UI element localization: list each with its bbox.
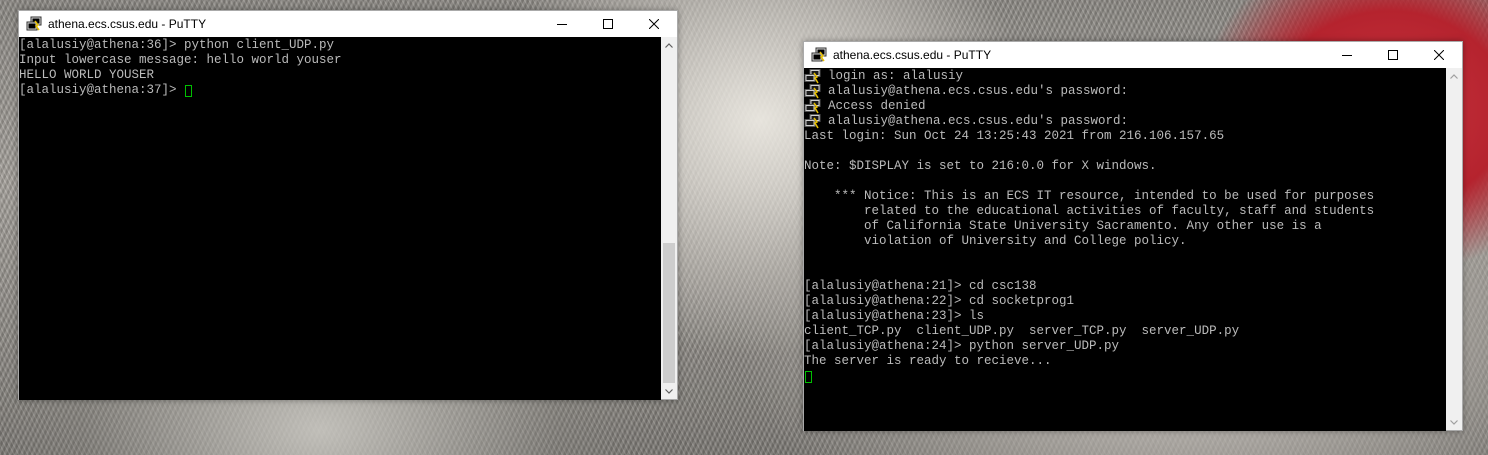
terminal-line: Access denied [804, 99, 1446, 114]
terminal-line: of California State University Sacrament… [804, 219, 1446, 234]
scroll-up-arrow[interactable] [661, 37, 677, 53]
terminal-line-text: alalusiy@athena.ecs.csus.edu's password: [828, 84, 1129, 98]
terminal-line: related to the educational activities of… [804, 204, 1446, 219]
terminal-line: [alalusiy@athena:36]> python client_UDP.… [19, 38, 661, 53]
terminal-line: [alalusiy@athena:24]> python server_UDP.… [804, 339, 1446, 354]
terminal-line-text: login as: alalusiy [828, 69, 964, 83]
putty-key-icon [804, 114, 822, 129]
scroll-up-arrow[interactable] [1446, 68, 1462, 84]
terminal-line-text: alalusiy@athena.ecs.csus.edu's password: [828, 114, 1129, 128]
putty-icon [26, 16, 42, 32]
scroll-down-arrow[interactable] [1446, 414, 1462, 430]
terminal-line-text: *** Notice: This is an ECS IT resource, … [804, 189, 1375, 203]
window-title: athena.ecs.csus.edu - PuTTY [48, 17, 207, 31]
terminal-line: Input lowercase message: hello world you… [19, 53, 661, 68]
chevron-up-icon [1450, 73, 1458, 79]
minimize-button[interactable] [1324, 42, 1370, 68]
terminal-line: HELLO WORLD YOUSER [19, 68, 661, 83]
terminal-line: alalusiy@athena.ecs.csus.edu's password: [804, 84, 1446, 99]
scroll-down-arrow[interactable] [661, 383, 677, 399]
close-icon [1434, 50, 1444, 60]
terminal-line-text: violation of University and College poli… [804, 234, 1187, 248]
minimize-button[interactable] [539, 11, 585, 37]
terminal-line-text: [alalusiy@athena:22]> cd socketprog1 [804, 294, 1075, 308]
terminal-line: Note: $DISPLAY is set to 216:0.0 for X w… [804, 159, 1446, 174]
chevron-down-icon [665, 388, 673, 394]
terminal-line-text: Input lowercase message: hello world you… [19, 53, 342, 67]
minimize-icon [557, 24, 567, 25]
terminal-line-text: related to the educational activities of… [804, 204, 1375, 218]
terminal-line: The server is ready to recieve... [804, 354, 1446, 369]
terminal-line: login as: alalusiy [804, 69, 1446, 84]
vertical-scrollbar[interactable] [1446, 68, 1462, 430]
terminal-line-text: [alalusiy@athena:36]> python client_UDP.… [19, 38, 335, 52]
terminal-line-text: [alalusiy@athena:24]> python server_UDP.… [804, 339, 1120, 353]
chevron-down-icon [1450, 419, 1458, 425]
terminal-line: [alalusiy@athena:23]> ls [804, 309, 1446, 324]
vertical-scrollbar[interactable] [661, 37, 677, 399]
close-button[interactable] [631, 11, 677, 37]
text-cursor [185, 84, 193, 97]
minimize-icon [1342, 55, 1352, 56]
terminal-line-text: Access denied [828, 99, 926, 113]
putty-key-icon [804, 69, 822, 84]
putty-icon [811, 47, 827, 63]
terminal-line-text: [alalusiy@athena:21]> cd csc138 [804, 279, 1037, 293]
close-button[interactable] [1416, 42, 1462, 68]
terminal-output[interactable]: login as: alalusiy alalusiy@athena.ecs.cs… [804, 68, 1446, 431]
scroll-thumb[interactable] [663, 243, 675, 383]
terminal-line-text: [alalusiy@athena:37]> [19, 83, 185, 97]
title-bar[interactable]: athena.ecs.csus.edu - PuTTY [19, 11, 677, 37]
maximize-icon [1388, 50, 1398, 60]
putty-window-server[interactable]: athena.ecs.csus.edu - PuTTY login as: al… [803, 41, 1463, 431]
terminal-line: [alalusiy@athena:21]> cd csc138 [804, 279, 1446, 294]
putty-window-client[interactable]: athena.ecs.csus.edu - PuTTY [alalusiy@at… [18, 10, 678, 400]
maximize-icon [603, 19, 613, 29]
terminal-line-text: The server is ready to recieve... [804, 354, 1052, 368]
terminal-line: alalusiy@athena.ecs.csus.edu's password: [804, 114, 1446, 129]
terminal-line-text: HELLO WORLD YOUSER [19, 68, 155, 82]
terminal-line-text: Last login: Sun Oct 24 13:25:43 2021 fro… [804, 129, 1225, 143]
terminal-line: *** Notice: This is an ECS IT resource, … [804, 189, 1446, 204]
terminal-line: [alalusiy@athena:37]> [19, 83, 661, 98]
terminal-line: violation of University and College poli… [804, 234, 1446, 249]
terminal-line: client_TCP.py client_UDP.py server_TCP.p… [804, 324, 1446, 339]
putty-key-icon [804, 99, 822, 114]
text-cursor [805, 370, 812, 383]
terminal-output[interactable]: [alalusiy@athena:36]> python client_UDP.… [19, 37, 661, 400]
terminal-line: [alalusiy@athena:22]> cd socketprog1 [804, 294, 1446, 309]
window-title: athena.ecs.csus.edu - PuTTY [833, 48, 992, 62]
terminal-line-text: Note: $DISPLAY is set to 216:0.0 for X w… [804, 159, 1157, 173]
putty-key-icon [804, 84, 822, 99]
terminal-line-text: client_TCP.py client_UDP.py server_TCP.p… [804, 324, 1240, 338]
terminal-line [804, 369, 1446, 384]
chevron-up-icon [665, 42, 673, 48]
title-bar[interactable]: athena.ecs.csus.edu - PuTTY [804, 42, 1462, 68]
maximize-button[interactable] [1370, 42, 1416, 68]
terminal-line-text: [alalusiy@athena:23]> ls [804, 309, 985, 323]
terminal-line-text: of California State University Sacrament… [804, 219, 1322, 233]
terminal-line: Last login: Sun Oct 24 13:25:43 2021 fro… [804, 129, 1446, 144]
close-icon [649, 19, 659, 29]
maximize-button[interactable] [585, 11, 631, 37]
